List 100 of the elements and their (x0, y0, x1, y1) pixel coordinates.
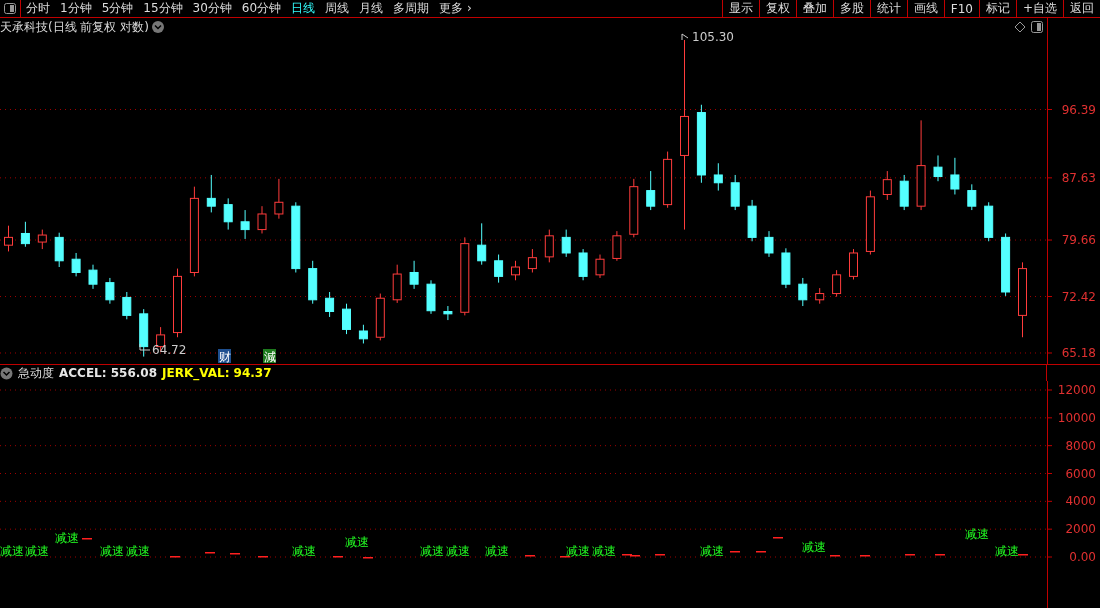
event-badge[interactable]: 财 (218, 349, 231, 364)
candlestick (747, 199, 757, 242)
indicator-axis-label: 12000 (1057, 383, 1096, 397)
candlestick (4, 225, 13, 252)
signal-label: 减速 (420, 544, 444, 558)
indicator-bar (773, 537, 783, 539)
candlestick (375, 293, 385, 341)
candlestick (257, 205, 267, 234)
candlestick (342, 303, 351, 335)
candlestick (392, 264, 402, 304)
candlestick (325, 291, 335, 318)
toolbar-button[interactable]: 显示 (721, 0, 759, 17)
candlestick (629, 178, 639, 238)
candlestick (798, 277, 808, 307)
candlestick (950, 157, 960, 195)
indicator-value: ACCEL: 556.08 (59, 366, 158, 380)
indicator-axis-label: 0.00 (1069, 550, 1096, 564)
indicator-bar (333, 556, 343, 558)
candlestick (663, 151, 673, 209)
candlestick (882, 170, 892, 201)
toolbar-button[interactable]: 统计 (869, 0, 907, 17)
price-axis-label: 96.39 (1061, 102, 1096, 117)
candlestick (967, 183, 977, 211)
indicator-bar (525, 555, 535, 557)
signal-label: 减速 (292, 544, 316, 558)
signal-label: 减速 (995, 544, 1019, 558)
candlestick (291, 201, 301, 273)
signal-label: 减速 (592, 544, 616, 558)
price-axis-label: 79.66 (1061, 233, 1096, 248)
candlestick (409, 260, 419, 290)
indicator-bar (363, 557, 373, 559)
candlestick (88, 264, 98, 290)
indicator-bar (935, 554, 945, 556)
candlestick (832, 269, 842, 298)
candlestick (815, 287, 825, 305)
toolbar-button[interactable]: 复权 (758, 0, 796, 17)
signal-label: 减速 (0, 544, 24, 558)
candlestick (20, 221, 30, 248)
period-tab[interactable]: 15分钟 (139, 0, 187, 17)
period-tab[interactable]: 60分钟 (237, 0, 286, 17)
indicator-bar (830, 555, 840, 557)
toolbar-button[interactable]: 画线 (906, 0, 944, 17)
candlestick (139, 308, 149, 358)
panel-toggle-icon[interactable] (1031, 21, 1043, 33)
candlestick (54, 232, 64, 268)
indicator-axis-label: 10000 (1057, 410, 1096, 425)
indicator-bar (905, 554, 915, 556)
candlestick (308, 260, 318, 305)
signal-label: 减速 (566, 544, 590, 558)
candlestick (933, 154, 943, 182)
candlestick (37, 229, 47, 250)
dropdown-icon[interactable] (152, 21, 164, 33)
signal-label: 减速 (802, 540, 826, 554)
toolbar-button[interactable]: 多股 (832, 0, 870, 17)
indicator-name: 急动度 (18, 364, 54, 382)
period-tab[interactable]: 更多 › (435, 0, 476, 17)
period-tab[interactable]: 日线 (287, 0, 320, 17)
indicator-axis-label: 6000 (1065, 466, 1096, 481)
indicator-bar (730, 551, 740, 553)
candlestick (71, 252, 81, 277)
event-badge[interactable]: 減 (263, 349, 276, 364)
candlestick (612, 230, 622, 262)
toolbar-button[interactable]: 标记 (978, 0, 1016, 17)
toolbar-button[interactable]: 返回 (1063, 0, 1100, 17)
price-axis-label: 87.63 (1061, 170, 1096, 185)
period-tab[interactable]: 5分钟 (97, 0, 138, 17)
candlestick (595, 254, 605, 279)
candlestick (527, 248, 537, 273)
period-tab[interactable]: 30分钟 (188, 0, 236, 17)
candlestick (730, 174, 740, 211)
indicator-bar (655, 554, 665, 556)
indicator-bar (560, 556, 570, 558)
candlestick (865, 190, 875, 256)
toolbar-button[interactable]: F10 (943, 0, 979, 17)
period-tab[interactable]: 多周期 (389, 0, 434, 17)
signal-label: 减速 (700, 544, 724, 558)
toolbar-button[interactable]: 叠加 (795, 0, 833, 17)
signal-label: 减速 (345, 535, 369, 549)
candlestick (764, 230, 774, 258)
signal-label: 减速 (446, 544, 470, 558)
period-tab[interactable]: 周线 (321, 0, 354, 17)
candlestick (477, 222, 487, 266)
indicator-bar (860, 555, 870, 557)
indicator-bar (756, 551, 766, 553)
indicator-bar (230, 553, 240, 555)
candlestick (494, 254, 504, 284)
candlestick (240, 209, 250, 240)
period-tab[interactable]: 1分钟 (56, 0, 96, 17)
candlestick (122, 291, 132, 320)
candlestick (511, 260, 520, 281)
period-tab[interactable]: 分时 (22, 0, 54, 17)
diamond-icon[interactable] (1014, 21, 1026, 33)
candlestick (223, 197, 233, 231)
indicator-bar (1018, 554, 1028, 556)
dropdown-icon[interactable] (0, 366, 13, 380)
candlestick (849, 248, 858, 280)
toolbar-button[interactable]: +自选 (1015, 0, 1063, 17)
candlestick (274, 178, 284, 220)
period-tab[interactable]: 月线 (355, 0, 388, 17)
panel-toggle-icon[interactable] (4, 3, 16, 14)
